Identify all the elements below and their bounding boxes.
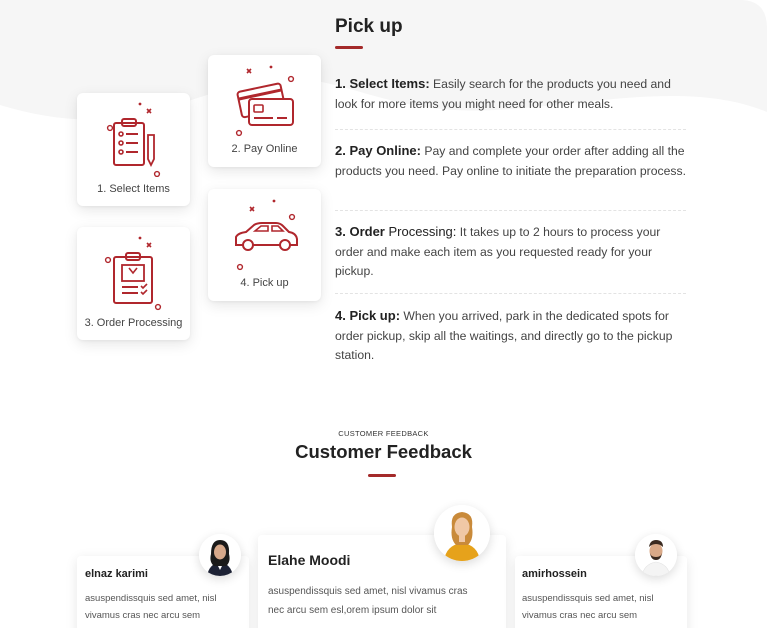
clipboard-list-icon	[106, 102, 160, 177]
step-card-select-items[interactable]: 1. Select Items	[77, 93, 190, 206]
review-text-line: asuspendissquis sed amet, nisl vivamus c…	[268, 586, 468, 597]
avatar	[635, 534, 677, 576]
step-description-4: 4. Pick up: When you arrived, park in th…	[335, 306, 691, 366]
step-head: 3. Order	[335, 224, 385, 239]
reviewer-name: elnaz karimi	[85, 568, 148, 580]
step-card-pay-online[interactable]: 2. Pay Online	[208, 55, 321, 167]
step-head: 2. Pay Online:	[335, 143, 421, 158]
review-text-line: vivamus cras nec arcu sem	[85, 610, 201, 621]
car-icon	[234, 199, 298, 271]
divider	[335, 129, 686, 130]
title-underline	[368, 474, 396, 477]
step-description-1: 1. Select Items: Easily search for the p…	[335, 74, 691, 114]
section-eyebrow: CUSTOMER FEEDBACK	[338, 429, 429, 438]
card-label: 4. Pick up	[240, 277, 289, 289]
avatar	[199, 534, 241, 576]
section-title: Customer Feedback	[295, 441, 472, 462]
step-head-suffix: Processing:	[384, 224, 457, 239]
step-head: 1. Select Items:	[335, 76, 430, 91]
review-text-line: nec arcu sem esl,orem ipsum dolor sit	[268, 605, 437, 616]
step-card-order-processing[interactable]: 3. Order Processing	[77, 227, 190, 340]
review-text-line: vivamus cras nec arcu sem	[522, 610, 638, 621]
title-underline	[335, 46, 363, 49]
step-head: 4. Pick up:	[335, 308, 401, 323]
credit-card-icon	[235, 65, 294, 137]
step-description-2: 2. Pay Online: Pay and complete your ord…	[335, 141, 691, 181]
reviewer-name: Elahe Moodi	[268, 552, 351, 568]
order-clipboard-icon	[104, 236, 161, 311]
reviewer-name: amirhossein	[522, 568, 587, 580]
review-text-line: asuspendissquis sed amet, nisl	[85, 593, 217, 604]
divider	[335, 293, 686, 294]
card-label: 1. Select Items	[97, 183, 170, 195]
card-label: 2. Pay Online	[231, 143, 298, 155]
review-text-line: asuspendissquis sed amet, nisl	[522, 593, 654, 604]
divider	[335, 210, 686, 211]
avatar	[434, 505, 490, 561]
section-title: Pick up	[335, 16, 403, 37]
step-description-3: 3. Order Processing: It takes up to 2 ho…	[335, 222, 691, 282]
card-label: 3. Order Processing	[84, 317, 183, 329]
step-card-pick-up[interactable]: 4. Pick up	[208, 189, 321, 301]
